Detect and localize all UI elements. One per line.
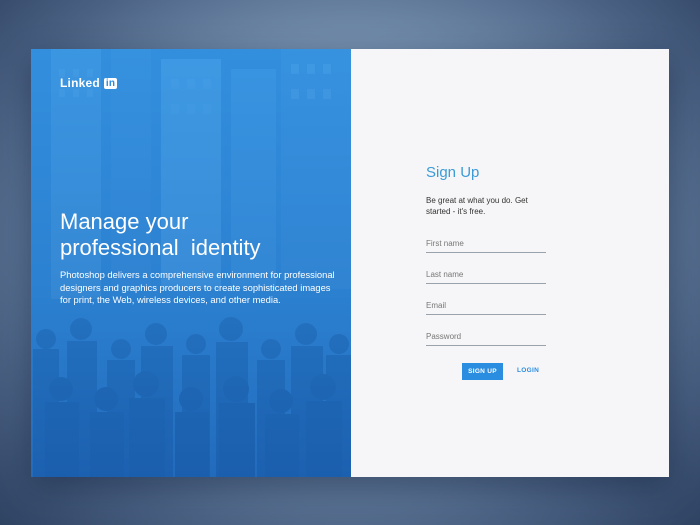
first-name-input[interactable] — [426, 234, 546, 253]
brand-name: Linked — [60, 76, 100, 90]
email-input[interactable] — [426, 296, 546, 315]
password-input[interactable] — [426, 327, 546, 346]
last-name-input[interactable] — [426, 265, 546, 284]
linkedin-logo[interactable]: Linked in — [60, 76, 118, 90]
headline-line-2: professional identity — [60, 235, 261, 260]
blue-overlay — [31, 49, 351, 477]
brand-badge: in — [103, 77, 118, 89]
form-panel: Sign Up Be great at what you do. Get sta… — [351, 49, 669, 477]
hero-panel: Linked in Manage your professional ident… — [31, 49, 351, 477]
hero-headline: Manage your professional identity — [60, 209, 340, 261]
signup-button[interactable]: SIGN UP — [462, 363, 503, 380]
hero-description: Photoshop delivers a comprehensive envir… — [60, 269, 335, 306]
signup-title: Sign Up — [426, 164, 480, 181]
headline-line-1: Manage your — [60, 209, 189, 234]
signup-tagline: Be great at what you do. Get started - i… — [426, 196, 528, 216]
login-link[interactable]: LOGIN — [517, 367, 539, 374]
signup-card: Linked in Manage your professional ident… — [31, 49, 669, 477]
